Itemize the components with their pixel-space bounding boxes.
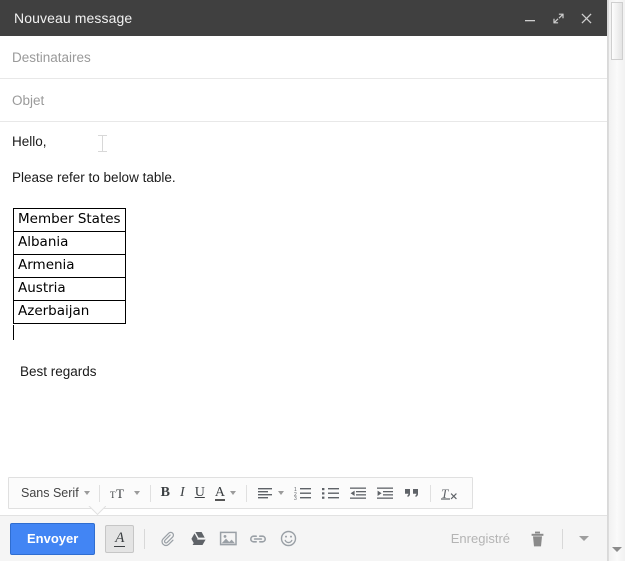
compose-header: Nouveau message [0, 0, 607, 36]
indent-less-button[interactable] [345, 480, 372, 506]
insert-drive-button[interactable] [183, 524, 213, 554]
emoji-icon [279, 529, 298, 548]
google-drive-icon [189, 530, 208, 547]
discard-draft-button[interactable] [522, 524, 552, 554]
quote-button[interactable] [399, 480, 425, 506]
recipients-field[interactable]: Destinataires [0, 36, 607, 79]
remove-formatting-icon: T [441, 486, 458, 501]
numbered-list-button[interactable]: 1 2 3 [289, 480, 317, 506]
action-bar-divider [144, 529, 145, 549]
toolbar-divider [246, 485, 247, 502]
trash-icon [529, 530, 546, 548]
toolbar-divider [430, 485, 431, 502]
bulleted-list-button[interactable] [317, 480, 345, 506]
font-family-select[interactable]: Sans Serif [15, 480, 94, 506]
toolbar-divider [150, 485, 151, 502]
formatting-toolbar: Sans Serif T T B I U [8, 477, 473, 509]
minimize-icon [524, 12, 536, 24]
send-button[interactable]: Envoyer [10, 523, 95, 555]
insert-photo-button[interactable] [213, 524, 243, 554]
member-states-table: Member States Albania Armenia Austria Az… [13, 208, 126, 324]
chevron-down-icon [278, 491, 284, 495]
attach-file-button[interactable] [153, 524, 183, 554]
close-button[interactable] [573, 5, 599, 31]
action-bar-divider [562, 529, 563, 549]
font-size-button[interactable]: T T [105, 480, 145, 506]
formatting-options-toggle[interactable]: A [105, 525, 134, 553]
scrollbar-track[interactable] [609, 0, 625, 561]
body-intro: Please refer to below table. [12, 170, 595, 186]
font-size-icon: T T [110, 486, 129, 501]
indent-decrease-icon [350, 486, 367, 500]
subject-placeholder: Objet [12, 93, 44, 108]
indent-increase-icon [377, 486, 394, 500]
text-color-button[interactable]: A [210, 480, 241, 506]
svg-text:T: T [116, 486, 124, 501]
table-row: Armenia [14, 254, 126, 277]
svg-text:3: 3 [294, 496, 297, 500]
text-caret-line [13, 324, 595, 341]
chevron-down-icon [84, 491, 90, 495]
toolbar-divider [99, 485, 100, 502]
chevron-down-icon [612, 547, 622, 552]
compose-title: Nouveau message [14, 10, 517, 26]
scrollbar-down-button[interactable] [609, 541, 625, 557]
message-body[interactable]: Hello, Please refer to below table. Memb… [0, 122, 607, 477]
table-row: Member States [14, 208, 126, 231]
underline-button[interactable]: U [190, 480, 210, 506]
table-row: Azerbaijan [14, 300, 126, 323]
italic-button[interactable]: I [175, 480, 190, 506]
page-root: Nouveau message [0, 0, 625, 561]
indent-more-button[interactable] [372, 480, 399, 506]
close-icon [580, 12, 593, 25]
chevron-down-icon [134, 491, 140, 495]
numbered-list-icon: 1 2 3 [294, 486, 312, 500]
subject-field[interactable]: Objet [0, 79, 607, 122]
table-row: Albania [14, 231, 126, 254]
text-color-icon: A [215, 486, 225, 501]
image-icon [219, 530, 238, 547]
window-controls [517, 5, 599, 31]
body-signoff: Best regards [20, 364, 595, 380]
table-cell: Azerbaijan [14, 300, 126, 323]
expand-button[interactable] [545, 5, 571, 31]
scrollbar-thumb[interactable] [611, 2, 623, 60]
chevron-down-icon [579, 536, 589, 541]
table-cell: Armenia [14, 254, 126, 277]
table-cell: Albania [14, 231, 126, 254]
align-button[interactable] [252, 480, 289, 506]
bulleted-list-icon [322, 486, 340, 500]
paperclip-icon [159, 530, 177, 548]
font-family-label: Sans Serif [21, 486, 79, 500]
body-greeting: Hello, [12, 134, 595, 150]
format-text-icon: A [114, 531, 125, 547]
minimize-button[interactable] [517, 5, 543, 31]
text-caret [13, 325, 14, 340]
remove-formatting-button[interactable]: T [436, 480, 463, 506]
compose-window: Nouveau message [0, 0, 608, 561]
table-row: Austria [14, 277, 126, 300]
expand-icon [552, 12, 565, 25]
align-left-icon [257, 486, 273, 500]
table-header-cell: Member States [14, 208, 126, 231]
recipients-placeholder: Destinataires [12, 50, 91, 65]
insert-link-button[interactable] [243, 524, 273, 554]
compose-action-bar: Envoyer A [0, 515, 607, 561]
link-icon [248, 532, 268, 546]
formatting-toolbar-wrapper: Sans Serif T T B I U [0, 477, 607, 515]
saved-status-label: Enregistré [451, 531, 510, 546]
chevron-down-icon [230, 491, 236, 495]
table-cell: Austria [14, 277, 126, 300]
browser-scrollbar[interactable] [608, 0, 625, 561]
quote-icon [404, 486, 420, 500]
toolbar-pointer [88, 506, 106, 515]
bold-button[interactable]: B [156, 480, 175, 506]
more-options-button[interactable] [571, 526, 597, 552]
insert-emoji-button[interactable] [273, 524, 303, 554]
